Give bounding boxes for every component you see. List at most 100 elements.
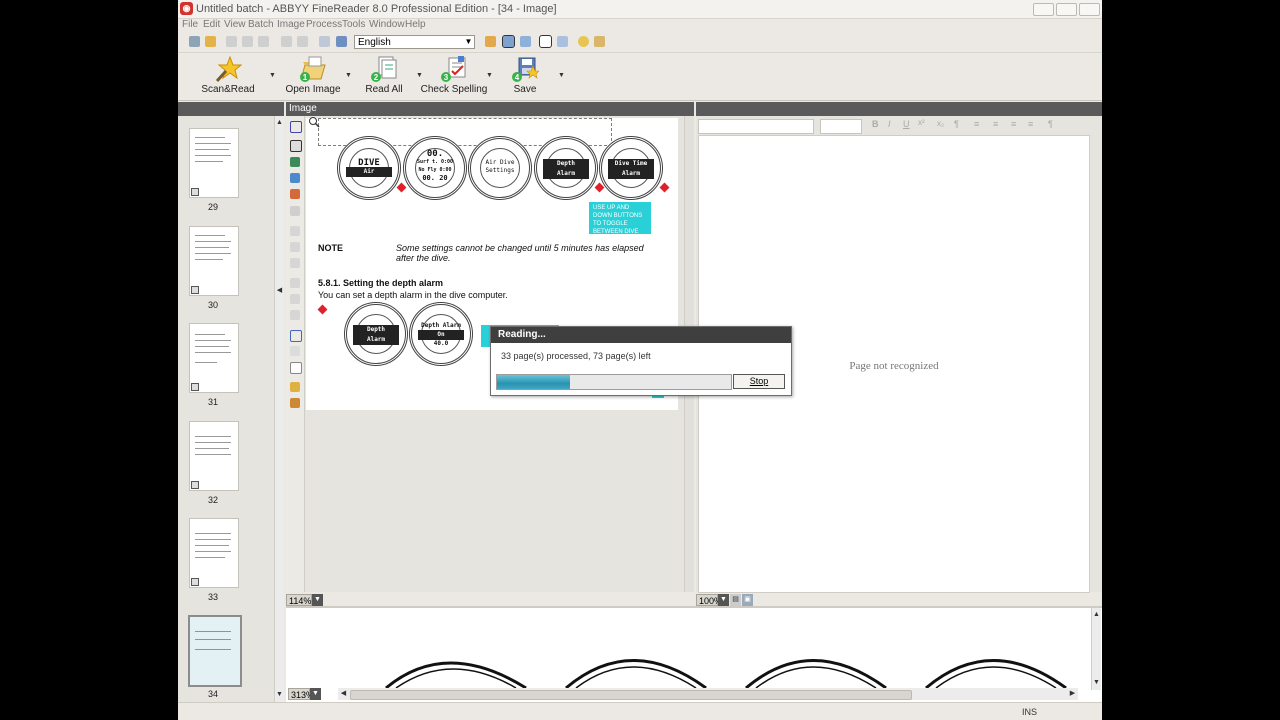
scan-read-dropdown-icon[interactable]: ▼ xyxy=(269,72,276,79)
batch-window-icon[interactable] xyxy=(485,36,496,47)
font-name-combo[interactable] xyxy=(698,119,814,134)
view-mode-icon[interactable]: ▤ xyxy=(730,594,741,606)
zoom-pane-dropdown-icon[interactable]: ▼ xyxy=(310,688,321,700)
join-icon[interactable] xyxy=(290,294,300,304)
zoom-horizontal-scrollbar[interactable]: ◀ ▶ xyxy=(338,688,1078,700)
minimize-button[interactable] xyxy=(1033,3,1054,16)
scroll-thumb[interactable] xyxy=(350,690,912,700)
scroll-up-icon[interactable]: ▲ xyxy=(275,118,284,127)
analyze-icon[interactable] xyxy=(290,398,300,408)
page-status-icon xyxy=(191,188,199,196)
style-icon[interactable]: ¶ xyxy=(954,119,959,129)
menu-help[interactable]: Help xyxy=(405,19,426,30)
rotate-icon[interactable] xyxy=(290,226,300,236)
invert-icon[interactable] xyxy=(290,258,300,268)
subscript-icon[interactable]: x₂ xyxy=(937,119,944,128)
menu-file[interactable]: File xyxy=(182,19,198,30)
text-zoom-dropdown-icon[interactable]: ▼ xyxy=(718,594,729,606)
bold-icon[interactable]: B xyxy=(872,119,879,129)
status-bar: INS xyxy=(178,702,1102,720)
text-window-icon[interactable] xyxy=(520,36,531,47)
mirror-icon[interactable] xyxy=(290,242,300,252)
italic-icon[interactable]: I xyxy=(888,119,891,129)
watch-diagram: Dive Time Alarm xyxy=(599,136,663,200)
fit-page-icon[interactable]: ▣ xyxy=(742,594,753,606)
area-tool-icon[interactable] xyxy=(290,140,302,152)
paste-icon[interactable] xyxy=(258,36,269,47)
underline-icon[interactable]: U xyxy=(903,119,910,129)
save-button[interactable]: 4 Save xyxy=(505,54,545,98)
align-center-icon[interactable]: ≡ xyxy=(993,119,998,129)
language-select[interactable]: English ▼ xyxy=(354,35,475,49)
menu-edit[interactable]: Edit xyxy=(203,19,220,30)
zoom-pane-zoom-box[interactable]: 313% xyxy=(288,688,314,700)
menu-window[interactable]: Window xyxy=(369,19,405,30)
menu-image[interactable]: Image xyxy=(277,19,305,30)
align-left-icon[interactable]: ≡ xyxy=(974,119,979,129)
menu-view[interactable]: View xyxy=(224,19,246,30)
close-button[interactable] xyxy=(1079,3,1100,16)
options-icon[interactable] xyxy=(578,36,589,47)
crop-icon[interactable] xyxy=(290,330,302,342)
thumbnail-scrollbar[interactable]: ▲ ◀ ▼ xyxy=(274,116,284,702)
new-batch-icon[interactable] xyxy=(189,36,200,47)
open-image-button[interactable]: 1 Open Image xyxy=(285,54,341,98)
zoom-vertical-scrollbar[interactable]: ▲ ▼ xyxy=(1091,608,1101,690)
read-all-button[interactable]: 2 Read All xyxy=(364,54,404,98)
align-right-icon[interactable]: ≡ xyxy=(1011,119,1016,129)
eraser-icon[interactable] xyxy=(290,346,300,356)
menu-process[interactable]: Process xyxy=(306,19,342,30)
maximize-button[interactable] xyxy=(1056,3,1077,16)
image-zoom-dropdown-icon[interactable]: ▼ xyxy=(312,594,323,606)
paragraph-icon[interactable]: ¶ xyxy=(1048,119,1053,129)
page-thumbnail-selected[interactable] xyxy=(188,615,242,687)
undo-icon[interactable] xyxy=(281,36,292,47)
copy-icon[interactable] xyxy=(242,36,253,47)
menu-tools[interactable]: Tools xyxy=(342,19,365,30)
previous-page-icon[interactable] xyxy=(319,36,330,47)
background-icon[interactable] xyxy=(290,382,300,392)
layout-table-icon[interactable] xyxy=(557,36,568,47)
open-image-dropdown-icon[interactable]: ▼ xyxy=(345,72,352,79)
split-icon[interactable] xyxy=(290,278,300,288)
check-spelling-label: Check Spelling xyxy=(420,84,488,95)
menu-batch[interactable]: Batch xyxy=(248,19,274,30)
check-spelling-dropdown-icon[interactable]: ▼ xyxy=(486,72,493,79)
layout-split-icon[interactable] xyxy=(539,35,552,48)
scroll-left-icon[interactable]: ◀ xyxy=(339,689,348,698)
batch-thumbnail-pane: 29 30 31 32 33 34 ▲ ◀ ▼ xyxy=(178,116,284,702)
order-icon[interactable] xyxy=(290,310,300,320)
superscript-icon[interactable]: x² xyxy=(918,118,925,127)
image-window-icon[interactable] xyxy=(502,35,515,48)
save-dropdown-icon[interactable]: ▼ xyxy=(558,72,565,79)
text-zoom-box[interactable]: 100% xyxy=(696,594,722,606)
scroll-right-icon[interactable]: ▶ xyxy=(1068,689,1077,698)
scroll-down-icon[interactable]: ▼ xyxy=(275,690,284,699)
scroll-up-icon[interactable]: ▲ xyxy=(1092,610,1101,619)
scroll-thumb-icon[interactable]: ◀ xyxy=(275,286,284,295)
text-area-icon[interactable] xyxy=(290,157,300,167)
next-page-icon[interactable] xyxy=(336,36,347,47)
scan-read-button[interactable]: Scan&Read xyxy=(201,54,255,98)
image-zoom-box[interactable]: 114% xyxy=(286,594,312,606)
svg-text:2: 2 xyxy=(374,73,379,82)
read-all-dropdown-icon[interactable]: ▼ xyxy=(416,72,423,79)
check-spelling-button[interactable]: 3 Check Spelling xyxy=(421,54,487,98)
zoom-tool-icon[interactable] xyxy=(290,206,300,216)
table-area-icon[interactable] xyxy=(290,173,300,183)
scroll-down-icon[interactable]: ▼ xyxy=(1092,678,1101,687)
help-book-icon[interactable] xyxy=(594,36,605,47)
stop-button[interactable]: Stop xyxy=(733,374,785,389)
font-size-combo[interactable] xyxy=(820,119,862,134)
cut-icon[interactable] xyxy=(226,36,237,47)
redo-icon[interactable] xyxy=(297,36,308,47)
open-batch-icon[interactable] xyxy=(205,36,216,47)
chevron-down-icon: ▼ xyxy=(464,37,473,46)
justify-icon[interactable]: ≡ xyxy=(1028,119,1033,129)
page-status-icon xyxy=(191,286,199,294)
picture-area-icon[interactable] xyxy=(290,189,300,199)
page-status-icon xyxy=(191,383,199,391)
select-area-icon[interactable] xyxy=(290,121,302,133)
page-icon[interactable] xyxy=(290,362,302,374)
callout-note: USE UP AND DOWN BUTTONS TO TOGGLE BETWEE… xyxy=(589,202,651,243)
